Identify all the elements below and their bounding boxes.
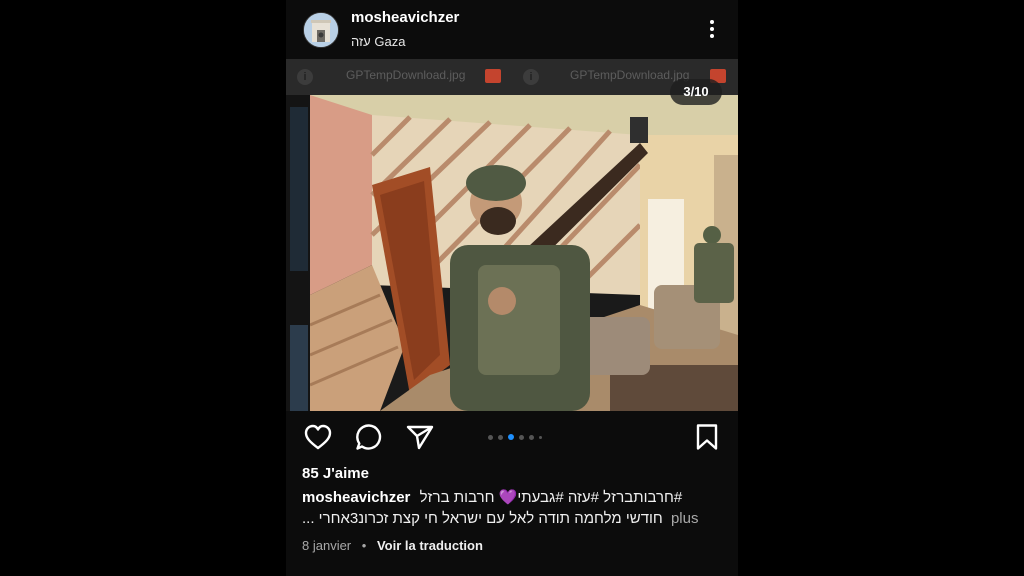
separator-dot: • xyxy=(361,538,367,553)
like-count[interactable]: 85 J'aime xyxy=(302,465,369,482)
carousel-dots xyxy=(488,433,548,441)
avatar[interactable] xyxy=(303,12,339,48)
translate-link[interactable]: Voir la traduction xyxy=(377,538,483,553)
post-username[interactable]: mosheavichzer xyxy=(351,9,459,26)
more-vertical-icon[interactable] xyxy=(700,17,724,41)
carousel-dot xyxy=(529,434,534,440)
post-actions xyxy=(286,414,738,460)
instagram-post: mosheavichzer עזה Gaza i GPTempDownload.… xyxy=(286,0,738,576)
info-icon: i xyxy=(297,69,313,85)
heart-icon[interactable] xyxy=(303,422,333,452)
carousel-dot xyxy=(539,435,542,439)
image-file-icon xyxy=(485,69,501,83)
info-icon: i xyxy=(523,69,539,85)
carousel-dot xyxy=(498,434,503,440)
carousel-dot xyxy=(519,434,524,440)
post-location[interactable]: עזה Gaza xyxy=(351,34,405,49)
post-header: mosheavichzer עזה Gaza xyxy=(286,0,738,58)
image-counter: 3/10 xyxy=(670,79,722,105)
caption: mosheavichzer #חרבותברזל #עזה #גבעתי💜 חר… xyxy=(302,488,722,506)
background-thumbnails xyxy=(286,95,310,411)
post-photo xyxy=(310,95,738,411)
caption-hashtags[interactable]: #חרבותברזל #עזה #גבעתי💜 חרבות ברזל xyxy=(420,489,683,506)
caption-continued: חודשי מלחמה תודה לאל עם ישראל חי קצת זכר… xyxy=(302,510,722,527)
carousel-dot-active xyxy=(508,434,514,440)
bookmark-icon[interactable] xyxy=(692,422,722,452)
post-media[interactable]: i GPTempDownload.jpg i GPTempDownload.jp… xyxy=(286,59,738,411)
post-date: 8 janvier xyxy=(302,538,352,553)
comment-icon[interactable] xyxy=(354,422,384,452)
background-file-name: GPTempDownload.jpg xyxy=(346,68,466,82)
carousel-dot xyxy=(488,434,493,440)
caption-text: חודשי מלחמה תודה לאל עם ישראל חי קצת זכר… xyxy=(302,510,663,527)
send-icon[interactable] xyxy=(405,422,435,452)
caption-more-link[interactable]: plus xyxy=(671,510,699,527)
background-file-name: GPTempDownload.jpg xyxy=(570,68,690,82)
caption-username[interactable]: mosheavichzer xyxy=(302,489,410,506)
post-meta: 8 janvier • Voir la traduction xyxy=(302,538,483,553)
